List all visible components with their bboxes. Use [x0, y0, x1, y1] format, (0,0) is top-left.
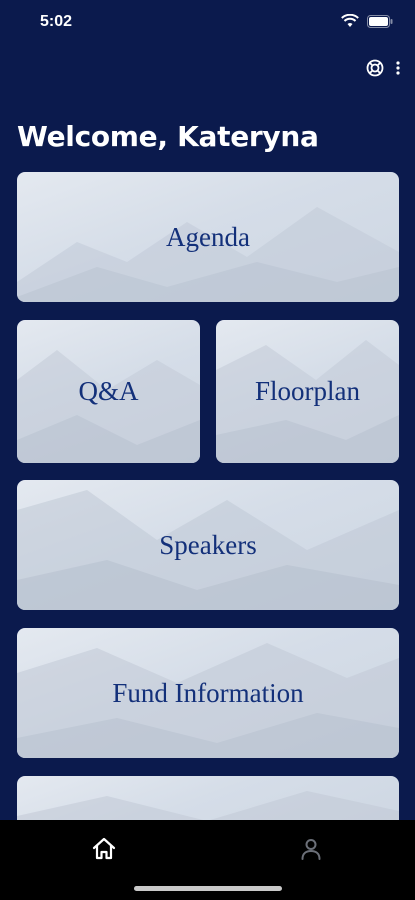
- person-icon: [301, 839, 321, 860]
- welcome-heading: Welcome, Kateryna: [17, 120, 319, 153]
- fund-information-tile[interactable]: Fund Information: [17, 628, 399, 758]
- floorplan-label: Floorplan: [255, 376, 360, 406]
- fund-information-label: Fund Information: [112, 677, 304, 708]
- floorplan-tile[interactable]: Floorplan: [216, 320, 399, 463]
- home-indicator: [134, 886, 282, 891]
- status-icons: [341, 14, 393, 28]
- speakers-tile[interactable]: Speakers: [17, 480, 399, 610]
- battery-icon: [367, 14, 393, 28]
- speakers-label: Speakers: [159, 529, 257, 560]
- tab-home[interactable]: [89, 834, 119, 864]
- home-icon: [92, 837, 116, 860]
- status-time: 5:02: [40, 13, 73, 30]
- wifi-icon: [341, 14, 359, 27]
- agenda-label: Agenda: [166, 221, 250, 252]
- top-actions: [365, 58, 401, 78]
- status-bar: 5:02: [0, 0, 415, 44]
- qa-label: Q&A: [78, 376, 139, 406]
- lifebuoy-icon[interactable]: [365, 58, 385, 78]
- more-vertical-icon[interactable]: [395, 60, 401, 76]
- agenda-tile[interactable]: Agenda: [17, 172, 399, 302]
- tab-profile[interactable]: [296, 834, 326, 864]
- qa-tile[interactable]: Q&A: [17, 320, 200, 463]
